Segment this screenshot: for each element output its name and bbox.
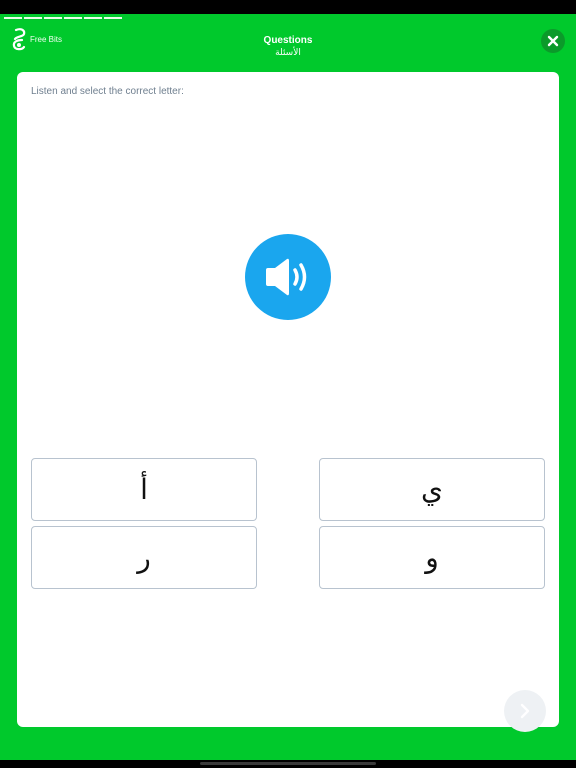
chevron-right-icon [520, 703, 530, 719]
option-letter: ر [137, 541, 151, 574]
close-icon [547, 35, 559, 47]
play-audio-button[interactable] [245, 234, 331, 320]
close-button[interactable] [541, 29, 565, 53]
progress-segment [24, 17, 42, 19]
option-letter: ي [421, 473, 443, 506]
progress-segment [104, 17, 122, 19]
progress-segment [64, 17, 82, 19]
question-card: Listen and select the correct letter: أ … [17, 72, 559, 732]
progress-segments [4, 17, 122, 19]
option-letter: أ [140, 473, 148, 506]
home-indicator[interactable] [200, 762, 376, 765]
page-title: Questions [263, 35, 313, 46]
page-subtitle: الأسئلة [275, 48, 301, 58]
status-bar [0, 0, 576, 14]
speaker-icon [266, 258, 307, 296]
progress-segment [84, 17, 102, 19]
answer-option[interactable]: و [319, 526, 545, 589]
next-button[interactable] [504, 690, 546, 732]
question-prompt: Listen and select the correct letter: [31, 86, 184, 97]
progress-segment [44, 17, 62, 19]
answer-option[interactable]: ر [31, 526, 257, 589]
answer-option[interactable]: أ [31, 458, 257, 521]
option-letter: و [425, 541, 439, 574]
progress-segment [4, 17, 22, 19]
answer-option[interactable]: ي [319, 458, 545, 521]
